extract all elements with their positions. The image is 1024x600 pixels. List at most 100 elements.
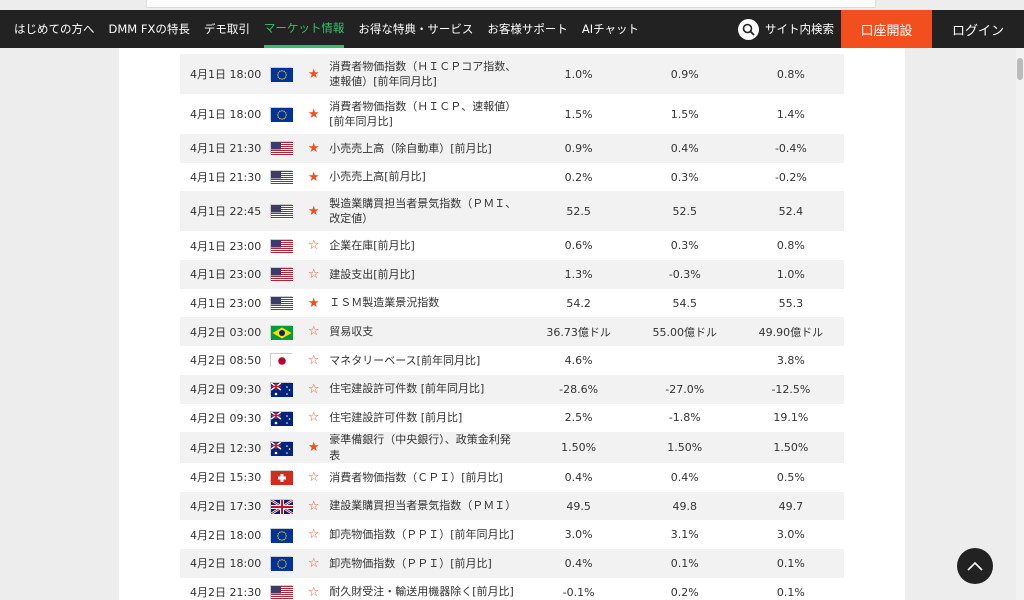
nav-item-demo[interactable]: デモ取引 (204, 10, 250, 48)
indicator-name: 耐久財受注・輸送用機器除く[前月比] (329, 585, 514, 599)
event-time: 4月2日 09:30 (190, 383, 262, 397)
us-flag-icon (270, 585, 294, 600)
star-outline-icon: ☆ (307, 410, 320, 426)
star-filled-icon: ★ (307, 140, 320, 156)
country-flag-cell (270, 578, 302, 600)
importance-cell: ☆ (302, 549, 325, 578)
star-filled-icon: ★ (307, 66, 320, 82)
nav-item-benefits[interactable]: お得な特典・サービス (358, 10, 473, 48)
previous-value: 0.2% (564, 170, 593, 184)
country-flag-cell (270, 191, 302, 231)
actual-value: 0.5% (776, 470, 805, 484)
indicator-name: 建設業購買担当者景気指数（ＰＭＩ） (329, 499, 517, 513)
previous-value: 2.5% (564, 411, 593, 425)
country-flag-cell (270, 54, 302, 94)
table-row: 4月2日 12:30 ★ 豪準備銀行（中央銀行）、政策金利発表 1.50% 1.50% 1… (180, 432, 844, 463)
nav-item-ai-chat[interactable]: AIチャット (582, 10, 639, 48)
event-time: 4月2日 08:50 (190, 354, 262, 368)
scrollbar-thumb[interactable] (1017, 58, 1023, 80)
actual-value: 52.4 (778, 204, 804, 218)
event-time: 4月1日 23:00 (190, 239, 262, 253)
table-row: 4月2日 03:00 ☆ 貿易収支 36.73億ドル 55.00億ドル 49.90億ドル (180, 317, 844, 347)
previous-value: 52.5 (566, 204, 591, 218)
importance-cell: ☆ (302, 375, 325, 404)
importance-cell: ☆ (302, 260, 325, 289)
actual-value: -0.4% (774, 141, 807, 155)
forecast-value: 0.9% (670, 67, 699, 81)
previous-value: 1.0% (564, 67, 593, 81)
forecast-value: 54.5 (672, 296, 697, 310)
nav-item-support[interactable]: お客様サポート (487, 10, 568, 48)
importance-cell: ☆ (302, 463, 325, 492)
actual-value: 1.0% (776, 267, 805, 281)
back-to-top-button[interactable] (957, 548, 993, 584)
importance-cell: ★ (302, 191, 325, 231)
table-row: 4月1日 22:45 ★ 製造業購買担当者景気指数（ＰＭＩ、改定値） 52.5 52.5… (180, 191, 844, 232)
forecast-value: 0.4% (670, 470, 699, 484)
actual-value: 0.1% (776, 585, 805, 599)
actual-value: -12.5% (771, 382, 811, 396)
table-row: 4月2日 18:00 ☆ 卸売物価指数（ＰＰＩ）[前年同月比] 3.0% 3.1% 3.0… (180, 520, 844, 550)
search-label[interactable]: サイト内検索 (765, 21, 834, 37)
indicator-name: 住宅建設許可件数 [前年同月比] (329, 382, 485, 396)
au-flag-icon (270, 382, 294, 398)
country-flag-cell (270, 317, 302, 346)
forecast-value: 0.2% (670, 585, 699, 599)
star-outline-icon: ☆ (307, 381, 320, 397)
indicator-name: 住宅建設許可件数 [前月比] (329, 411, 463, 425)
actual-value: 1.4% (776, 107, 805, 121)
previous-value: 1.3% (564, 267, 593, 281)
event-time: 4月1日 21:30 (190, 171, 262, 185)
importance-cell: ☆ (302, 317, 325, 346)
previous-value: -28.6% (559, 382, 599, 396)
us-flag-icon (270, 267, 294, 283)
importance-cell: ☆ (302, 578, 325, 600)
previous-value: 1.5% (564, 107, 593, 121)
country-flag-cell (270, 346, 302, 375)
importance-cell: ☆ (302, 346, 325, 375)
country-flag-cell (270, 404, 302, 433)
table-row: 4月2日 18:00 ☆ 卸売物価指数（ＰＰＩ）[前月比] 0.4% 0.1% 0.1% (180, 549, 844, 578)
nav-item-market-info[interactable]: マーケット情報 (263, 10, 345, 48)
star-filled-icon: ★ (307, 169, 320, 185)
country-flag-cell (270, 492, 302, 521)
importance-cell: ★ (302, 54, 325, 94)
forecast-value (632, 346, 738, 375)
star-filled-icon: ★ (307, 440, 320, 456)
previous-value: 54.2 (566, 296, 591, 310)
scrollbar-track[interactable] (1016, 48, 1024, 600)
importance-cell: ★ (302, 289, 325, 318)
country-flag-cell (270, 520, 302, 549)
indicator-name: 小売売上高[前月比] (329, 170, 426, 184)
indicator-name: 製造業購買担当者景気指数（ＰＭＩ、改定値） (329, 196, 517, 226)
forecast-value: -27.0% (665, 382, 705, 396)
site-search[interactable]: サイト内検索 (738, 10, 834, 48)
country-flag-cell (270, 463, 302, 492)
open-account-button[interactable]: 口座開設 (841, 10, 932, 48)
indicator-name: 企業在庫[前月比] (329, 239, 415, 253)
event-time: 4月1日 21:30 (190, 142, 262, 156)
star-outline-icon: ☆ (307, 555, 320, 571)
importance-cell: ☆ (302, 492, 325, 521)
eu-flag-icon (270, 527, 294, 543)
importance-cell: ☆ (302, 231, 325, 260)
nav-item-beginners[interactable]: はじめての方へ (14, 10, 95, 48)
table-row: 4月1日 23:00 ☆ 建設支出[前月比] 1.3% -0.3% 1.0% (180, 260, 844, 289)
importance-cell: ★ (302, 134, 325, 163)
eu-flag-icon (270, 107, 294, 122)
event-time: 4月2日 15:30 (190, 471, 262, 485)
star-filled-icon: ★ (307, 203, 320, 219)
forecast-value: 1.50% (667, 441, 703, 455)
nav-item-features[interactable]: DMM FXの特長 (109, 10, 190, 48)
ch-flag-icon (270, 470, 294, 486)
table-row: 4月2日 09:30 ☆ 住宅建設許可件数 [前年同月比] -28.6% -27.0% -… (180, 374, 844, 404)
search-icon[interactable] (738, 18, 759, 40)
au-flag-icon (270, 410, 294, 426)
previous-value: 0.6% (564, 239, 593, 253)
eu-flag-icon (270, 67, 294, 82)
country-flag-cell (270, 289, 302, 318)
event-time: 4月1日 23:00 (190, 297, 262, 311)
login-button[interactable]: ログイン (932, 10, 1024, 48)
table-row: 4月1日 18:00 ★ 消費者物価指数（ＨＩＣＰ、速報値）[前年同月比] 1.5% 1… (180, 94, 844, 134)
previous-value: 4.6% (564, 353, 593, 367)
